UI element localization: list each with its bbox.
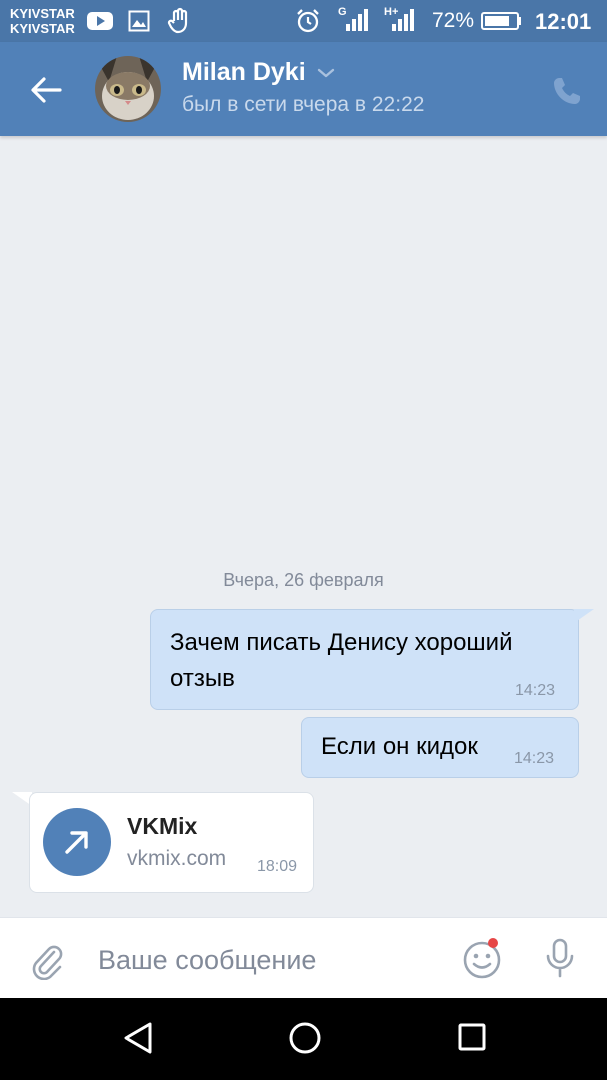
nav-recents-button[interactable]: [456, 1020, 488, 1061]
contact-last-seen: был в сети вчера в 22:22: [182, 93, 425, 116]
carrier-1: KYIVSTAR: [10, 6, 75, 21]
network-type-label: H+: [384, 6, 399, 18]
signal-icon: G: [338, 6, 370, 37]
message-time: 18:09: [257, 858, 298, 875]
message-outgoing[interactable]: Зачем писать Денису хороший отзыв 14:23: [150, 609, 579, 710]
youtube-icon: [86, 10, 114, 37]
paperclip-icon: [32, 945, 63, 981]
gallery-icon: [128, 10, 150, 37]
battery-percent: 72%: [432, 9, 475, 32]
system-nav-bar: [0, 998, 607, 1080]
message-text: Если он кидок: [321, 733, 478, 760]
notification-dot: [488, 938, 498, 948]
carrier-2: KYIVSTAR: [10, 21, 75, 36]
chevron-down-icon[interactable]: [316, 66, 336, 85]
signal-icon: H+: [384, 6, 416, 37]
link-title[interactable]: VKMix: [127, 813, 197, 840]
microphone-icon: [546, 938, 574, 978]
bubble-tail: [574, 609, 594, 623]
link-arrow-icon[interactable]: [43, 808, 111, 876]
alarm-icon: [295, 8, 321, 39]
network-type-label: G: [338, 6, 347, 18]
phone-icon: [554, 78, 580, 104]
message-input[interactable]: [96, 938, 440, 982]
carrier-labels: KYIVSTAR KYIVSTAR: [10, 6, 75, 36]
attach-button[interactable]: [30, 940, 64, 985]
voice-message-button[interactable]: [544, 938, 576, 985]
status-time: 12:01: [535, 9, 592, 34]
avatar[interactable]: [95, 56, 161, 122]
message-incoming-link[interactable]: VKMix vkmix.com 18:09: [29, 792, 314, 893]
battery-icon: [481, 11, 523, 36]
back-button[interactable]: [26, 70, 70, 110]
date-separator: Вчера, 26 февраля: [223, 570, 384, 590]
nav-back-button[interactable]: [122, 1020, 154, 1061]
composer: [0, 917, 607, 999]
message-time: 14:23: [515, 682, 556, 699]
recents-square-icon: [458, 1023, 486, 1051]
message-outgoing[interactable]: Если он кидок 14:23: [301, 717, 579, 778]
message-time: 14:23: [514, 750, 555, 767]
link-host[interactable]: vkmix.com: [127, 847, 226, 871]
contact-name[interactable]: Milan Dyki: [182, 58, 306, 87]
back-arrow-icon: [31, 77, 62, 103]
message-text: Зачем писать Денису хороший отзыв: [170, 629, 513, 692]
nav-home-button[interactable]: [288, 1020, 322, 1061]
call-button[interactable]: [550, 74, 584, 108]
home-circle-icon: [289, 1022, 321, 1054]
back-triangle-icon: [124, 1022, 152, 1054]
hand-icon: [166, 7, 194, 40]
chat-header: Milan Dyki был в сети вчера в 22:22: [0, 42, 607, 136]
status-bar: KYIVSTAR KYIVSTAR G H+ 72% 12:01: [0, 0, 607, 42]
